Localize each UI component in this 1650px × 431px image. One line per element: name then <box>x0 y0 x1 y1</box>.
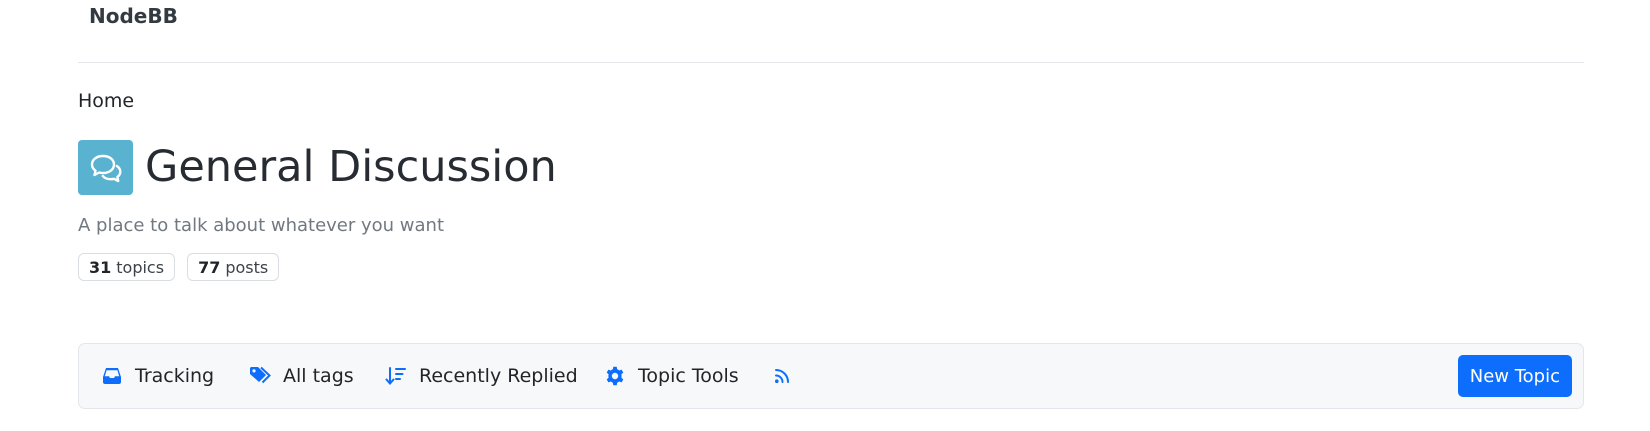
brand-logo-link[interactable]: NodeBB <box>89 4 178 28</box>
topic-tools-label: Topic Tools <box>638 365 739 387</box>
tracking-dropdown[interactable]: Tracking <box>101 344 214 408</box>
rss-feed-link[interactable] <box>771 344 793 408</box>
topics-count-badge: 31 topics <box>78 253 176 281</box>
header-divider <box>78 62 1584 63</box>
inbox-icon <box>101 365 123 387</box>
tags-icon <box>249 365 271 387</box>
topics-count: 31 <box>89 257 112 277</box>
posts-count-badge: 77 posts <box>187 253 280 281</box>
category-toolbar: Tracking All tags Recently Replied Topic… <box>78 343 1584 409</box>
topic-tools-dropdown[interactable]: Topic Tools <box>604 344 739 408</box>
topics-label: topics <box>116 257 165 277</box>
page: NodeBB Home General Discussion A place t… <box>0 0 1650 431</box>
tracking-label: Tracking <box>135 365 215 387</box>
posts-label: posts <box>225 257 269 277</box>
rss-icon <box>771 365 793 387</box>
breadcrumb-home[interactable]: Home <box>78 90 134 112</box>
posts-count: 77 <box>198 257 221 277</box>
sort-dropdown[interactable]: Recently Replied <box>385 344 578 408</box>
all-tags-dropdown[interactable]: All tags <box>249 344 354 408</box>
category-header: General Discussion <box>78 140 557 195</box>
page-title: General Discussion <box>145 142 557 192</box>
sort-descending-icon <box>385 365 407 387</box>
all-tags-label: All tags <box>283 365 354 387</box>
new-topic-button[interactable]: New Topic <box>1457 355 1572 397</box>
category-stats: 31 topics 77 posts <box>78 253 280 281</box>
sort-label: Recently Replied <box>419 365 578 387</box>
category-description: A place to talk about whatever you want <box>78 215 445 236</box>
comments-icon <box>78 140 133 195</box>
gear-icon <box>604 365 626 387</box>
